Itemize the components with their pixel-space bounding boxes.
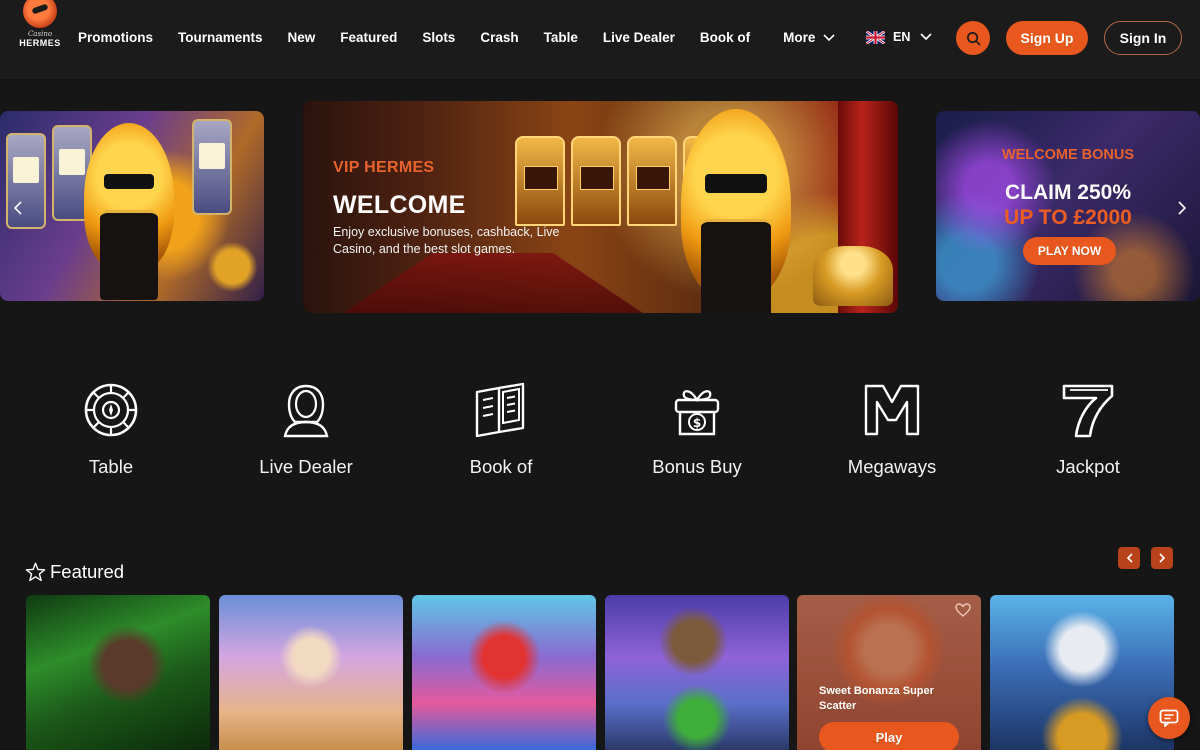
nav-more-dropdown[interactable]: More bbox=[783, 30, 835, 46]
site-header: Casino HERMES Promotions Tournaments New… bbox=[0, 0, 1200, 78]
chevron-right-icon bbox=[1158, 553, 1165, 563]
heart-icon[interactable] bbox=[955, 603, 971, 617]
hermes-emblem-icon bbox=[23, 0, 57, 28]
dealer-icon bbox=[283, 384, 329, 438]
gold-coins-art bbox=[813, 246, 893, 306]
category-jackpot[interactable]: Jackpot bbox=[1018, 382, 1158, 482]
gift-dollar-icon: $ bbox=[674, 390, 720, 436]
seven-icon bbox=[1062, 384, 1114, 438]
language-selector[interactable]: EN bbox=[866, 30, 932, 44]
nav-more-label: More bbox=[783, 30, 816, 45]
sign-up-button[interactable]: Sign Up bbox=[1006, 21, 1088, 55]
featured-section-title: Featured bbox=[25, 561, 124, 583]
megaways-m-icon bbox=[864, 384, 920, 436]
category-book-of[interactable]: Book of bbox=[431, 382, 571, 482]
game-card-hovered[interactable]: Sweet Bonanza Super Scatter Play bbox=[797, 595, 981, 750]
logo-name-text: HERMES bbox=[19, 38, 61, 48]
game-card[interactable] bbox=[412, 595, 596, 750]
category-table[interactable]: Table bbox=[41, 382, 181, 482]
red-carpet-art bbox=[343, 253, 643, 313]
game-name: Sweet Bonanza Super Scatter bbox=[819, 685, 934, 712]
nav-live-dealer[interactable]: Live Dealer bbox=[603, 30, 675, 46]
category-label: Jackpot bbox=[1056, 456, 1120, 477]
nav-featured[interactable]: Featured bbox=[340, 30, 397, 46]
promo-amount: UP TO £2000 bbox=[1004, 206, 1132, 229]
roulette-icon bbox=[84, 383, 138, 437]
language-code: EN bbox=[893, 30, 911, 44]
hermes-mascot-art bbox=[84, 123, 174, 300]
banner-eyebrow: VIP HERMES bbox=[333, 159, 435, 176]
sign-in-button[interactable]: Sign In bbox=[1104, 21, 1182, 55]
nav-crash[interactable]: Crash bbox=[480, 30, 518, 46]
live-chat-button[interactable] bbox=[1148, 697, 1190, 739]
banner-title: WELCOME bbox=[333, 191, 466, 219]
search-icon bbox=[966, 31, 981, 46]
featured-title-text: Featured bbox=[50, 561, 125, 582]
promo-eyebrow: WELCOME BONUS bbox=[1001, 147, 1135, 163]
carousel-next-button[interactable] bbox=[1175, 198, 1189, 218]
game-card[interactable] bbox=[605, 595, 789, 750]
nav-table[interactable]: Table bbox=[544, 30, 578, 46]
game-card[interactable] bbox=[219, 595, 403, 750]
svg-text:$: $ bbox=[693, 416, 701, 430]
game-card[interactable] bbox=[990, 595, 1174, 750]
category-megaways[interactable]: Megaways bbox=[822, 382, 962, 482]
banner-description: Enjoy exclusive bonuses, cashback, Live … bbox=[333, 225, 560, 256]
category-label: Live Dealer bbox=[259, 456, 353, 477]
category-label: Book of bbox=[469, 456, 533, 477]
banner-welcome-bonus[interactable]: WELCOME BONUS CLAIM 250% UP TO £2000 PLA… bbox=[936, 111, 1200, 301]
banner-left-slide[interactable] bbox=[0, 111, 264, 301]
chevron-down-icon bbox=[823, 34, 835, 42]
chevron-down-icon bbox=[920, 33, 932, 41]
chevron-left-icon bbox=[1126, 553, 1133, 563]
main-nav: Promotions Tournaments New Featured Slot… bbox=[78, 30, 860, 46]
book-icon bbox=[475, 382, 525, 438]
featured-prev-button[interactable] bbox=[1118, 547, 1140, 569]
nav-slots[interactable]: Slots bbox=[422, 30, 455, 46]
category-live-dealer[interactable]: Live Dealer bbox=[236, 382, 376, 482]
carousel-prev-button[interactable] bbox=[11, 198, 25, 218]
category-label: Megaways bbox=[847, 456, 937, 477]
star-outline-icon bbox=[25, 562, 46, 582]
nav-new[interactable]: New bbox=[288, 30, 316, 46]
nav-book-of[interactable]: Book of bbox=[700, 30, 750, 46]
promo-claim: CLAIM 250% bbox=[1004, 181, 1132, 204]
featured-next-button[interactable] bbox=[1151, 547, 1173, 569]
play-now-button[interactable]: PLAY NOW bbox=[1023, 237, 1116, 265]
chat-icon bbox=[1159, 709, 1179, 727]
chevron-left-icon bbox=[14, 201, 22, 215]
nav-tournaments[interactable]: Tournaments bbox=[178, 30, 263, 46]
chevron-right-icon bbox=[1178, 201, 1186, 215]
logo-script-text: Casino bbox=[27, 30, 53, 38]
nav-promotions[interactable]: Promotions bbox=[78, 30, 153, 46]
play-button[interactable]: Play bbox=[819, 722, 959, 750]
category-label: Bonus Buy bbox=[652, 456, 742, 477]
category-bonus-buy[interactable]: $ Bonus Buy bbox=[627, 382, 767, 482]
category-label: Table bbox=[88, 456, 134, 477]
banner-vip-welcome[interactable]: VIP HERMES WELCOME Enjoy exclusive bonus… bbox=[303, 101, 898, 313]
game-card[interactable] bbox=[26, 595, 210, 750]
banner-text-block: VIP HERMES WELCOME Enjoy exclusive bonus… bbox=[333, 159, 593, 258]
slot-machine-art bbox=[192, 119, 232, 215]
search-button[interactable] bbox=[956, 21, 990, 55]
uk-flag-icon bbox=[866, 30, 885, 44]
casino-logo[interactable]: Casino HERMES bbox=[14, 0, 66, 52]
hermes-mascot-art bbox=[681, 109, 791, 313]
